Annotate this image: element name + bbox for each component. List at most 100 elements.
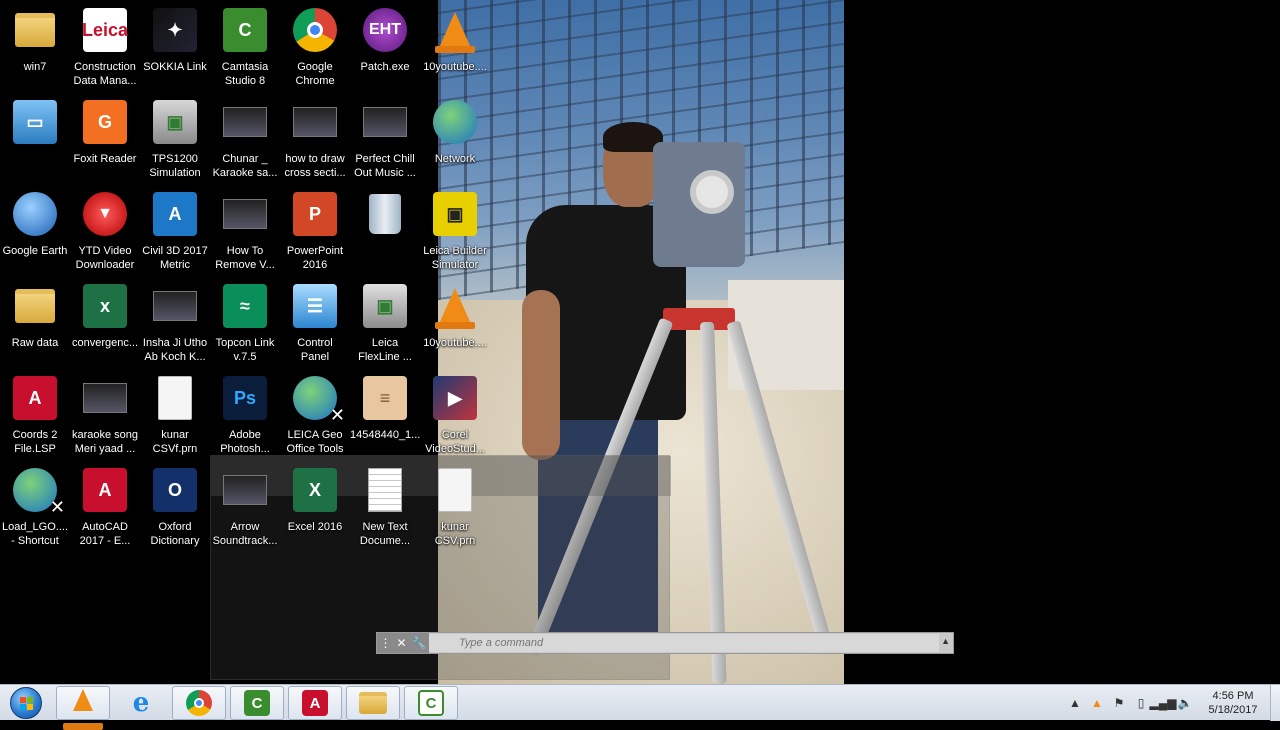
desktop-icon[interactable]: Ps Adobe Photosh... [210, 370, 280, 460]
desktop-icon-label: 10youtube.... [423, 61, 487, 73]
desktop-icon[interactable]: Insha Ji Utho Ab Koch K... [140, 278, 210, 368]
desktop-icon[interactable]: ✕ Load_LGO.... - Shortcut [0, 462, 70, 552]
desktop-icon-label: Civil 3D 2017 Metric [142, 245, 208, 271]
desktop-icon[interactable]: ▣ TPS1200 Simulation [140, 94, 210, 184]
folder-icon [15, 289, 55, 323]
desktop-icon[interactable]: ✦ SOKKIA Link [140, 2, 210, 92]
taskbar-autocad[interactable]: A [288, 686, 342, 720]
desktop-icon[interactable]: ▶ Corel VideoStud... [420, 370, 490, 460]
google-earth-icon [13, 192, 57, 236]
start-button[interactable] [2, 686, 50, 720]
desktop-icon[interactable]: Google Chrome [280, 2, 350, 92]
desktop-icon-label: Google Chrome [295, 61, 335, 87]
desktop-icon[interactable]: how to draw cross secti... [280, 94, 350, 184]
topcon-link-icon: ≈ [223, 284, 267, 328]
chrome-icon [186, 690, 212, 716]
video-file-icon [223, 199, 267, 229]
desktop-icon[interactable]: P PowerPoint 2016 [280, 186, 350, 276]
desktop-icon[interactable]: Google Earth [0, 186, 70, 276]
desktop-icon-glyph [361, 190, 409, 238]
vlc-tray-icon[interactable]: ▲ [1088, 694, 1106, 712]
desktop-icon[interactable]: 10youtube.... [420, 2, 490, 92]
desktop-icon-label: Foxit Reader [73, 153, 137, 165]
desktop-icon[interactable]: ▣ Leica FlexLine ... [350, 278, 420, 368]
taskbar-internet-explorer[interactable]: e [114, 686, 168, 720]
desktop-icon[interactable]: A Coords 2 File.LSP [0, 370, 70, 460]
desktop-icon[interactable]: win7 [0, 2, 70, 92]
desktop-icon-glyph [431, 6, 479, 54]
battery-icon[interactable]: ▯ [1132, 694, 1150, 712]
desktop-icon[interactable]: EHT Patch.exe [350, 2, 420, 92]
desktop-icon[interactable]: kunar CSV.prn [420, 462, 490, 552]
desktop-icon[interactable]: Leica Construction Data Mana... [70, 2, 140, 92]
clock-date: 5/18/2017 [1208, 704, 1258, 716]
desktop-icon[interactable]: Network [420, 94, 490, 184]
desktop-icon[interactable]: karaoke song Meri yaad ... [70, 370, 140, 460]
desktop-icon[interactable]: A Civil 3D 2017 Metric [140, 186, 210, 276]
taskbar-chrome[interactable] [172, 686, 226, 720]
desktop-icon[interactable]: ✕ LEICA Geo Office Tools [280, 370, 350, 460]
desktop-icon[interactable]: X Excel 2016 [280, 462, 350, 552]
desktop-icon[interactable]: ≡ 14548440_1... [350, 370, 420, 460]
desktop-icon-label: karaoke song Meri yaad ... [71, 429, 139, 455]
desktop-icon-label: Topcon Link v.7.5 [215, 337, 275, 363]
show-hidden-icons-icon[interactable]: ▲ [1066, 694, 1084, 712]
clock[interactable]: 4:56 PM 5/18/2017 [1196, 689, 1270, 717]
wrench-icon[interactable]: 🔧 [412, 636, 427, 650]
command-input[interactable] [429, 634, 939, 652]
desktop-icon-label: Corel VideoStud... [425, 429, 485, 455]
desktop-icon[interactable]: kunar CSVf.prn [140, 370, 210, 460]
desktop-icon[interactable]: x convergenc... [70, 278, 140, 368]
desktop-icon-glyph: O [151, 466, 199, 514]
desktop-icon[interactable]: C Camtasia Studio 8 [210, 2, 280, 92]
desktop-icon-label: How To Remove V... [215, 245, 275, 271]
desktop-icon[interactable]: A AutoCAD 2017 - E... [70, 462, 140, 552]
video-file-icon [223, 107, 267, 137]
leica-builder-icon: ▣ [433, 192, 477, 236]
desktop-icon-glyph [361, 466, 409, 514]
close-icon[interactable]: ✕ [396, 636, 406, 650]
desktop-icon-glyph: ▣ [361, 282, 409, 330]
desktop[interactable]: win7 Leica Construction Data Mana... ✦ SOKKI… [0, 0, 1280, 684]
blank-file-icon [158, 376, 192, 420]
grip-icon[interactable]: ⋮ [379, 636, 391, 650]
desktop-icon[interactable]: ☰ Control Panel [280, 278, 350, 368]
caret-up-icon[interactable]: ▲ [941, 636, 950, 646]
taskbar-camtasia[interactable]: C [230, 686, 284, 720]
image-file-icon: ≡ [363, 376, 407, 420]
desktop-icon[interactable]: O Oxford Dictionary [140, 462, 210, 552]
video-file-icon [293, 107, 337, 137]
command-line[interactable]: ⋮ ✕ 🔧 ▸▾ ▲ [376, 632, 954, 654]
taskbar-windows-explorer[interactable] [346, 686, 400, 720]
volume-icon[interactable]: 🔈 [1176, 694, 1194, 712]
desktop-icon[interactable] [350, 186, 420, 276]
desktop-icon[interactable]: 10youtube.... [420, 278, 490, 368]
desktop-icon-glyph: x [81, 282, 129, 330]
desktop-icon[interactable]: ▭ [0, 94, 70, 184]
person-arm [522, 290, 560, 460]
desktop-icon-glyph: ☰ [291, 282, 339, 330]
desktop-icon[interactable]: ▼ YTD Video Downloader [70, 186, 140, 276]
desktop-icon[interactable]: New Text Docume... [350, 462, 420, 552]
action-center-flag-icon[interactable]: ⚑ [1110, 694, 1128, 712]
clock-time: 4:56 PM [1212, 690, 1254, 702]
desktop-icon[interactable]: ≈ Topcon Link v.7.5 [210, 278, 280, 368]
taskbar-camtasia-recorder[interactable]: C [404, 686, 458, 720]
desktop-icon[interactable]: Chunar _ Karaoke sa... [210, 94, 280, 184]
desktop-icon[interactable]: G Foxit Reader [70, 94, 140, 184]
desktop-icon[interactable]: Perfect Chill Out Music ... [350, 94, 420, 184]
desktop-icon-glyph: Ps [221, 374, 269, 422]
desktop-icon[interactable]: Arrow Soundtrack... [210, 462, 280, 552]
desktop-icon-glyph: ≡ [361, 374, 409, 422]
taskbar-vlc[interactable] [56, 686, 110, 730]
desktop-icon-glyph: ✕ [291, 374, 345, 425]
desktop-icon[interactable]: ▣ Leica Builder Simulator [420, 186, 490, 276]
desktop-icon[interactable]: How To Remove V... [210, 186, 280, 276]
desktop-icon[interactable]: Raw data [0, 278, 70, 368]
desktop-icon-glyph: G [81, 98, 129, 146]
network-signal-icon[interactable]: ▂▄▆ [1150, 694, 1177, 712]
show-desktop-button[interactable] [1270, 685, 1280, 721]
ie-icon: e [132, 688, 150, 718]
desktop-icon-label: Construction Data Mana... [73, 61, 137, 87]
oxford-dictionary-icon: O [153, 468, 197, 512]
